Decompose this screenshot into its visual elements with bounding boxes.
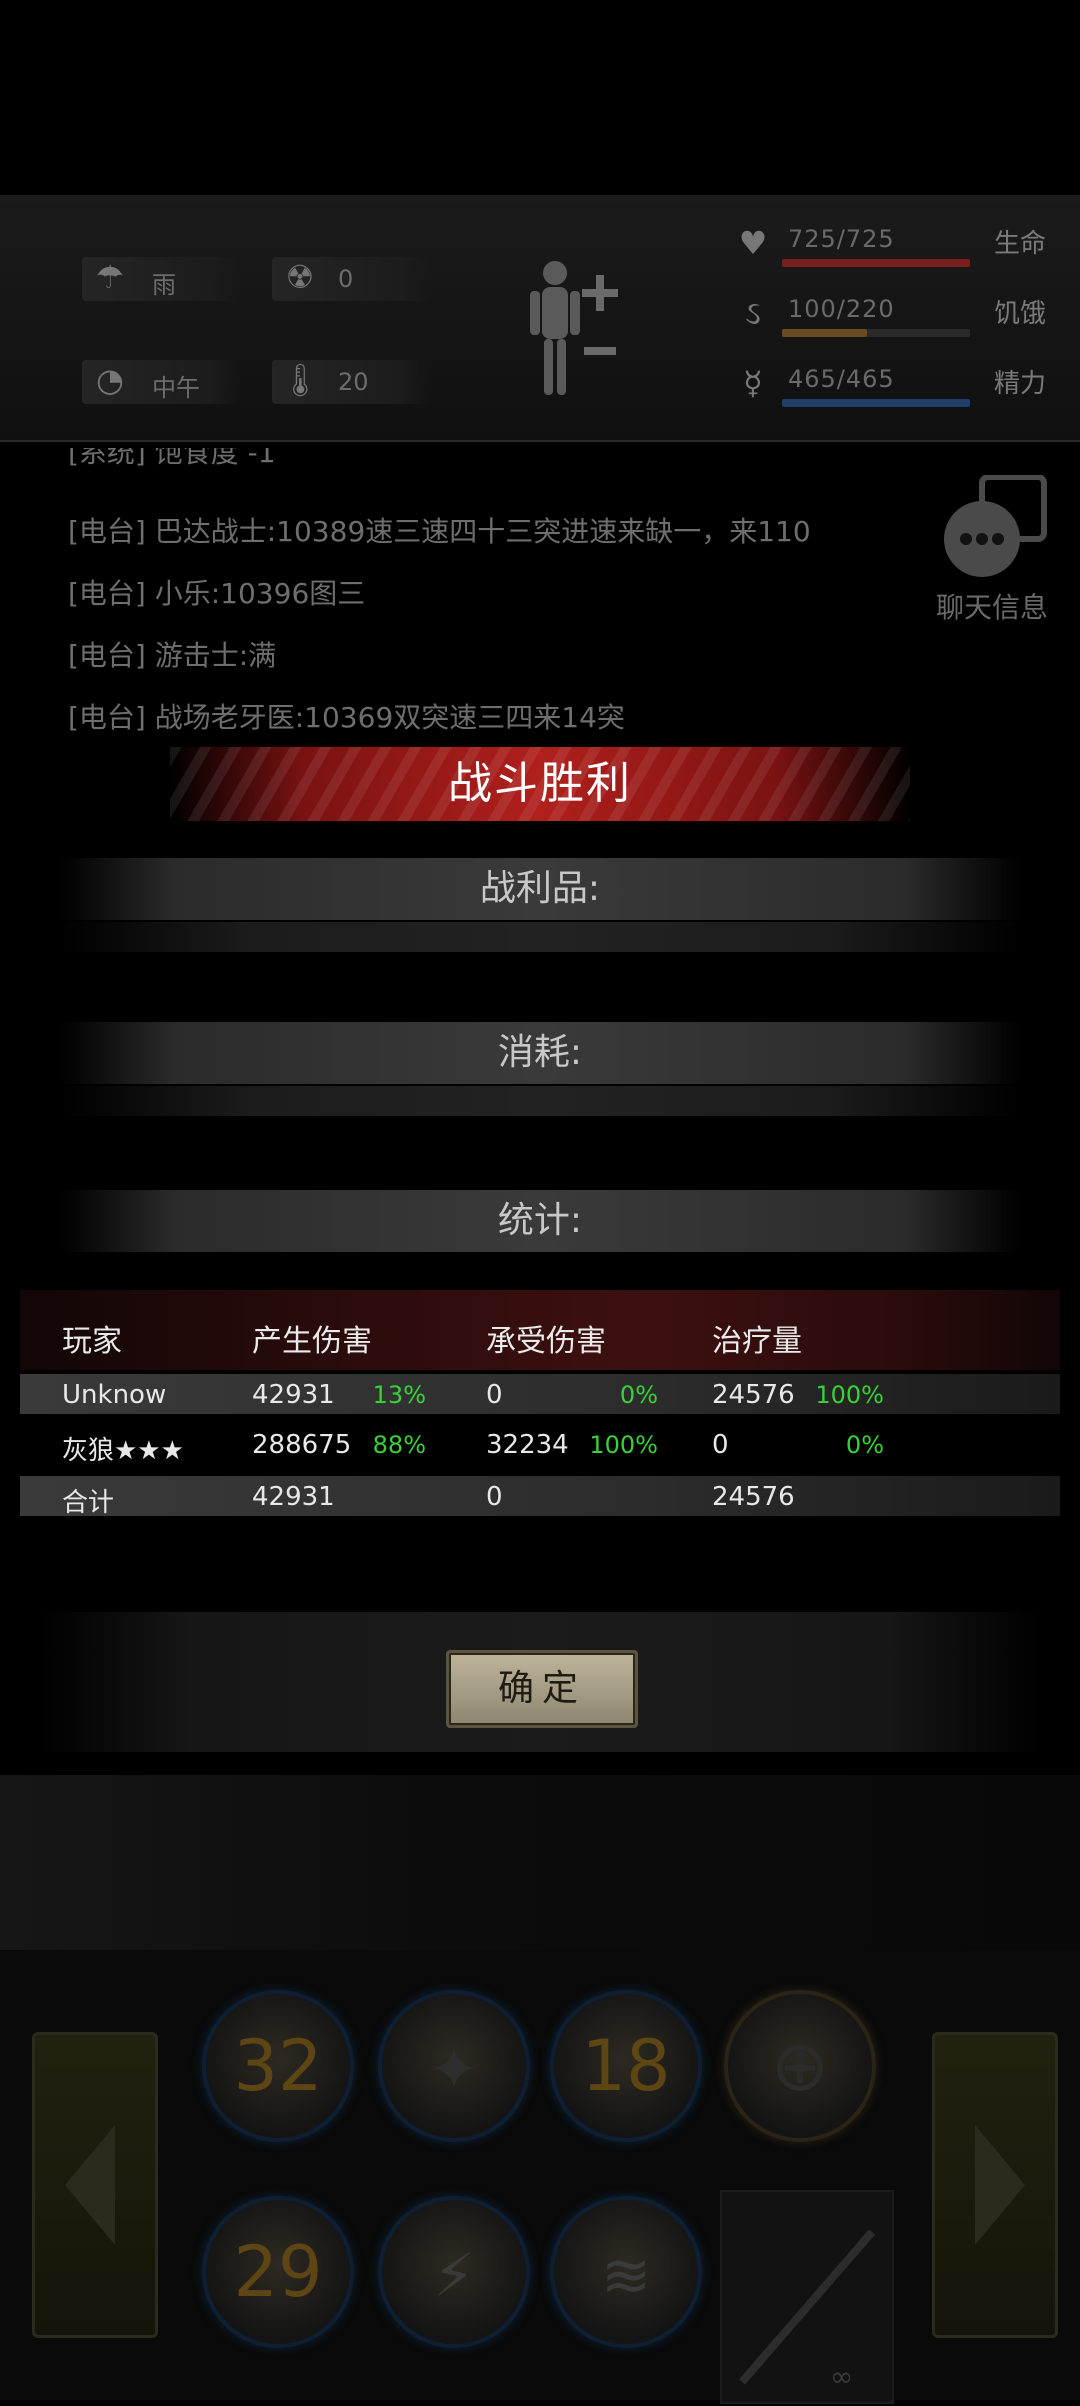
rain-cloud-icon: ☂ [95, 258, 125, 296]
skill-slot-3[interactable]: 18 [550, 1990, 702, 2142]
loot-section-header: 战利品: [60, 858, 1020, 920]
table-row [20, 1374, 1060, 1414]
health-bar-track [782, 259, 970, 267]
energy-bar-fill [782, 399, 970, 407]
health-value: 725/725 [788, 225, 895, 253]
chat-line-partial: [系统] 饱食度 -1 [68, 448, 276, 468]
claw-icon: ≋ [600, 2241, 652, 2311]
damage-taken-pct: 0% [619, 1381, 658, 1409]
healing-pct: 0% [845, 1431, 884, 1459]
chat-bubble-icon [944, 474, 1047, 577]
total-healing: 24576 [712, 1482, 795, 1512]
ammo-count: ∞ [830, 2360, 854, 2393]
weapon-slot[interactable]: ∞ [720, 2190, 894, 2404]
damage-dealt: 42931 [252, 1380, 335, 1410]
crosshair-icon: ⊕ [770, 2025, 830, 2107]
chat-line: [电台] 游击士:满 [68, 639, 277, 672]
skill-slot-2[interactable]: ✦ [378, 1990, 530, 2142]
energy-value: 465/465 [788, 365, 895, 393]
skill-slot-7[interactable]: ≋ [550, 2196, 702, 2348]
damage-taken-pct: 100% [589, 1431, 658, 1459]
hunger-bar-fill [782, 329, 868, 337]
arrow-right-icon [975, 2125, 1025, 2245]
skill-slot-5[interactable]: 29 [202, 2196, 354, 2348]
energy-bar-track [782, 399, 970, 407]
col-header-healing: 治疗量 [712, 1324, 802, 1359]
table-total-row [20, 1476, 1060, 1516]
total-damage-taken: 0 [486, 1482, 503, 1512]
col-header-player: 玩家 [62, 1324, 122, 1359]
next-page-button[interactable] [932, 2032, 1058, 2338]
health-label: 生命 [994, 229, 1047, 259]
energy-label: 精力 [994, 369, 1047, 399]
time-label: 中午 [152, 374, 200, 402]
stomach-icon: ઽ [745, 294, 761, 332]
chat-line: [电台] 小乐:10396图三 [68, 577, 366, 610]
col-header-damage-dealt: 产生伤害 [252, 1324, 372, 1359]
radiation-icon: ☢ [285, 258, 315, 296]
battle-scene-background [0, 1775, 1080, 1950]
chat-line: [电台] 巴达战士:10389速三速四十三突进速来缺一，来110 [68, 515, 811, 548]
action-panel: 32 ✦ 18 ⊕ 29 ⚡ ≋ [0, 1950, 1080, 2400]
clock-icon: ◔ [96, 361, 124, 399]
skill-slot-4[interactable]: ⊕ [724, 1990, 876, 2142]
player-name: Unknow [62, 1380, 167, 1410]
healing: 0 [712, 1430, 729, 1460]
skill-slot-1[interactable]: 32 [202, 1990, 354, 2142]
dialog-title: 战斗胜利 [448, 758, 632, 809]
stats-section-header: 统计: [60, 1190, 1020, 1252]
arrow-left-icon [65, 2125, 115, 2245]
consume-section-body [60, 1086, 1020, 1116]
status-hud: ☂ 雨 ☢ 0 ◔ 中午 🌡 20 ♥ 725/725 生命 ઽ 100/220… [0, 195, 1080, 442]
radiation-value: 0 [338, 265, 354, 293]
loot-section-body [60, 922, 1020, 952]
damage-dealt-pct: 88% [372, 1431, 426, 1459]
damage-taken: 0 [486, 1380, 503, 1410]
total-damage-dealt: 42931 [252, 1482, 335, 1512]
skill-figure-icon: ✦ [428, 2035, 480, 2105]
hunger-value: 100/220 [788, 295, 895, 323]
hunger-label: 饥饿 [994, 299, 1047, 329]
thermometer-icon: 🌡 [280, 361, 321, 399]
col-header-damage-taken: 承受伤害 [486, 1324, 606, 1359]
damage-dealt-pct: 13% [372, 1381, 426, 1409]
healing-pct: 100% [815, 1381, 884, 1409]
health-bar-fill [782, 259, 970, 267]
total-label: 合计 [62, 1488, 115, 1518]
energy-head-icon: ☿ [743, 364, 763, 402]
weather-label: 雨 [152, 271, 176, 299]
rifle-icon [738, 2229, 876, 2385]
heart-icon: ♥ [738, 224, 768, 262]
confirm-button[interactable]: 确定 [446, 1650, 638, 1728]
healing: 24576 [712, 1380, 795, 1410]
hunger-bar-track [782, 329, 970, 337]
consume-section-header: 消耗: [60, 1022, 1020, 1084]
chat-info-button[interactable] [942, 474, 1050, 583]
damage-taken: 32234 [486, 1430, 569, 1460]
body-status-icon[interactable] [520, 255, 630, 405]
damage-dealt: 288675 [252, 1430, 352, 1460]
running-figure-icon: ⚡ [432, 2241, 476, 2311]
chat-info-label[interactable]: 聊天信息 [936, 586, 1048, 626]
player-name: 灰狼★★★ [62, 1436, 184, 1466]
chat-line: [电台] 战场老牙医:10369双突速三四来14突 [68, 701, 625, 734]
prev-page-button[interactable] [32, 2032, 158, 2338]
temperature-value: 20 [338, 368, 369, 396]
skill-slot-6[interactable]: ⚡ [378, 2196, 530, 2348]
